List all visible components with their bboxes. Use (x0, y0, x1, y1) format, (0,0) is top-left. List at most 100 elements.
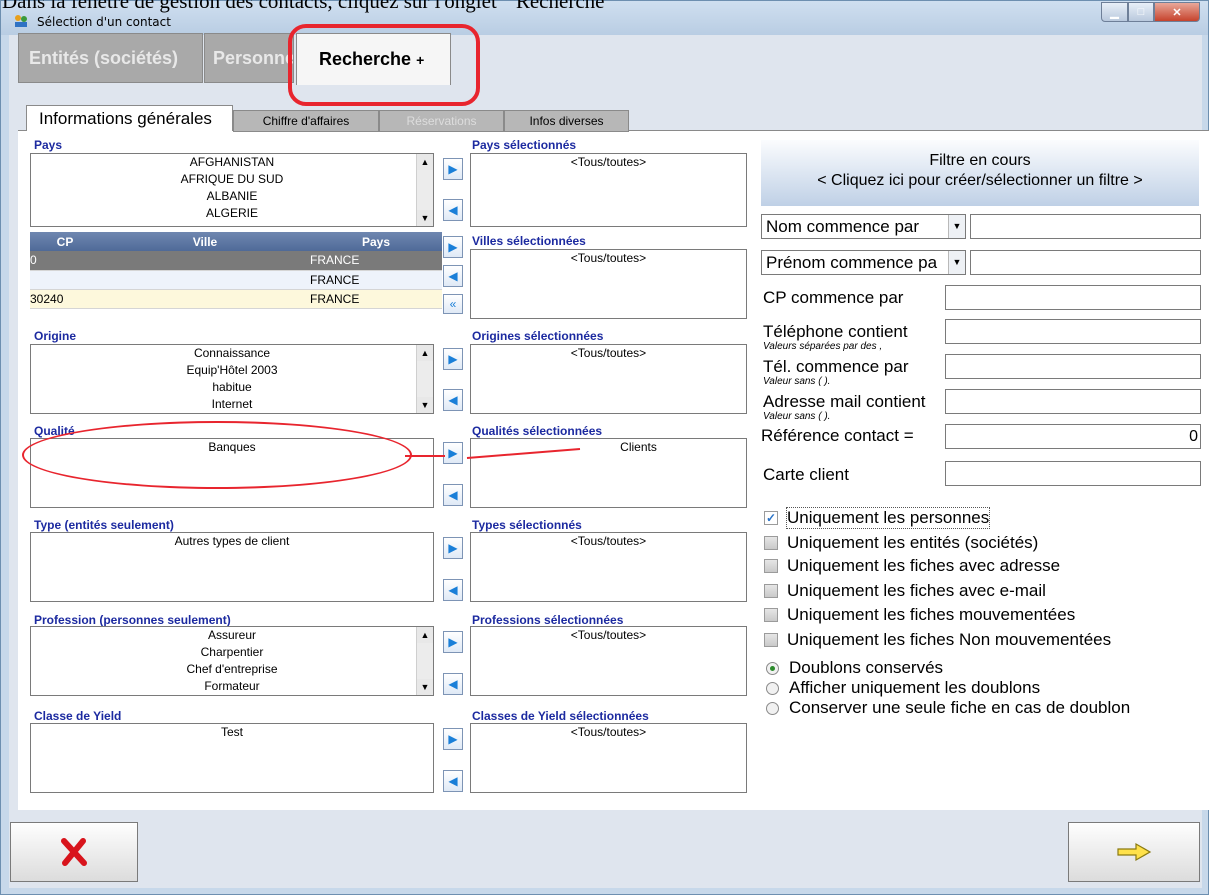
cp-input[interactable] (945, 285, 1201, 310)
remove-ville-button[interactable]: ◀ (443, 265, 463, 287)
remove-type-button[interactable]: ◀ (443, 579, 463, 601)
scroll-up-icon[interactable]: ▲ (417, 345, 433, 361)
list-item[interactable]: Autres types de client (31, 533, 433, 550)
scroll-up-icon[interactable]: ▲ (417, 627, 433, 643)
cancel-button[interactable] (10, 822, 138, 882)
checkbox-icon[interactable] (764, 584, 778, 598)
scrollbar[interactable]: ▲ ▼ (416, 345, 433, 413)
type-selected-list[interactable]: <Tous/toutes> (470, 532, 747, 602)
validate-button[interactable] (1068, 822, 1200, 882)
list-item[interactable]: Equip'Hôtel 2003 (31, 362, 433, 379)
tab-personnes[interactable]: Personnes (204, 33, 294, 83)
nom-input[interactable] (970, 214, 1201, 239)
list-item[interactable]: AFRIQUE DU SUD (31, 171, 433, 188)
grid-header-pays[interactable]: Pays (310, 232, 442, 251)
add-profession-button[interactable]: ▶ (443, 631, 463, 653)
radio-afficher-doublons[interactable]: Afficher uniquement les doublons (766, 678, 1040, 698)
type-list[interactable]: Autres types de client (30, 532, 434, 602)
check-fiches-non-mouvementees[interactable]: Uniquement les fiches Non mouvementées (764, 630, 1111, 650)
list-item[interactable]: habitue (31, 379, 433, 396)
list-item[interactable]: ALBANIE (31, 188, 433, 205)
radio-seule-fiche[interactable]: Conserver une seule fiche en cas de doub… (766, 698, 1130, 718)
table-row[interactable]: FRANCE (30, 270, 442, 290)
scrollbar[interactable]: ▲ ▼ (416, 154, 433, 226)
check-uniquement-personnes[interactable]: ✓ Uniquement les personnes (764, 507, 991, 529)
ref-input[interactable]: 0 (945, 424, 1201, 449)
remove-qualite-button[interactable]: ◀ (443, 484, 463, 506)
origine-selected-list[interactable]: <Tous/toutes> (470, 344, 747, 414)
scroll-down-icon[interactable]: ▼ (417, 397, 433, 413)
tab-infos-diverses[interactable]: Infos diverses (504, 110, 629, 132)
list-item[interactable]: AFGHANISTAN (31, 154, 433, 171)
remove-pays-button[interactable]: ◀ (443, 199, 463, 221)
list-item[interactable]: ALGERIE (31, 205, 433, 222)
grid-header-cp[interactable]: CP (30, 232, 100, 251)
list-item[interactable]: <Tous/toutes> (471, 345, 746, 362)
filter-selector[interactable]: Filtre en cours < Cliquez ici pour créer… (761, 140, 1199, 206)
pays-selected-list[interactable]: <Tous/toutes> (470, 153, 747, 227)
remove-origine-button[interactable]: ◀ (443, 389, 463, 411)
check-fiches-email[interactable]: Uniquement les fiches avec e-mail (764, 581, 1046, 601)
list-item[interactable]: <Tous/toutes> (471, 154, 746, 171)
yield-selected-list[interactable]: <Tous/toutes> (470, 723, 747, 793)
table-row[interactable]: 30240 FRANCE (30, 289, 442, 309)
add-yield-button[interactable]: ▶ (443, 728, 463, 750)
list-item[interactable]: Chef d'entreprise (31, 661, 433, 678)
remove-yield-button[interactable]: ◀ (443, 770, 463, 792)
list-item[interactable]: Assureur (31, 627, 433, 644)
profession-selected-list[interactable]: <Tous/toutes> (470, 626, 747, 696)
checkbox-checked-icon[interactable]: ✓ (764, 511, 778, 525)
scrollbar[interactable]: ▲ ▼ (416, 627, 433, 695)
radio-doublons-conserves[interactable]: Doublons conservés (766, 658, 943, 678)
list-item[interactable]: Connaissance (31, 345, 433, 362)
maximize-button[interactable]: □ (1128, 2, 1154, 22)
pays-list[interactable]: AFGHANISTAN AFRIQUE DU SUD ALBANIE ALGER… (30, 153, 434, 227)
yield-list[interactable]: Test (30, 723, 434, 793)
remove-all-villes-button[interactable]: « (443, 294, 463, 314)
carte-input[interactable] (945, 461, 1201, 486)
prenom-mode-dropdown[interactable]: Prénom commence pa ▼ (761, 250, 966, 275)
tab-reservations[interactable]: Réservations (379, 110, 504, 132)
tab-entites[interactable]: Entités (sociétés) (18, 33, 203, 83)
villes-grid[interactable]: CP Ville Pays 0 FRANCE FRANCE 30240 FRANCE (30, 232, 442, 309)
list-item[interactable]: Internet (31, 396, 433, 413)
profession-list[interactable]: Assureur Charpentier Chef d'entreprise F… (30, 626, 434, 696)
check-uniquement-entites[interactable]: Uniquement les entités (sociétés) (764, 533, 1038, 553)
grid-header-ville[interactable]: Ville (100, 232, 310, 251)
list-item[interactable]: <Tous/toutes> (471, 533, 746, 550)
list-item[interactable]: <Tous/toutes> (471, 627, 746, 644)
tel-input[interactable] (945, 319, 1201, 344)
prenom-input[interactable] (970, 250, 1201, 275)
checkbox-icon[interactable] (764, 559, 778, 573)
scroll-up-icon[interactable]: ▲ (417, 154, 433, 170)
list-item[interactable]: Test (31, 724, 433, 741)
tab-informations-generales[interactable]: Informations générales (26, 105, 233, 131)
scroll-down-icon[interactable]: ▼ (417, 679, 433, 695)
checkbox-icon[interactable] (764, 608, 778, 622)
tab-chiffre-affaires[interactable]: Chiffre d'affaires (233, 110, 379, 132)
mail-input[interactable] (945, 389, 1201, 414)
add-type-button[interactable]: ▶ (443, 537, 463, 559)
list-item[interactable]: Charpentier (31, 644, 433, 661)
nom-mode-dropdown[interactable]: Nom commence par ▼ (761, 214, 966, 239)
table-row[interactable]: 0 FRANCE (30, 251, 442, 271)
list-item[interactable]: <Tous/toutes> (471, 724, 746, 741)
chevron-down-icon[interactable]: ▼ (948, 215, 965, 238)
chevron-down-icon[interactable]: ▼ (948, 251, 965, 274)
radio-icon[interactable] (766, 701, 779, 715)
add-origine-button[interactable]: ▶ (443, 348, 463, 370)
checkbox-icon[interactable] (764, 633, 778, 647)
add-pays-button[interactable]: ▶ (443, 158, 463, 180)
radio-icon[interactable] (766, 681, 779, 695)
radio-selected-icon[interactable] (766, 661, 779, 675)
villes-selected-list[interactable]: <Tous/toutes> (470, 249, 747, 319)
scroll-down-icon[interactable]: ▼ (417, 210, 433, 226)
add-ville-button[interactable]: ▶ (443, 236, 463, 258)
remove-profession-button[interactable]: ◀ (443, 673, 463, 695)
check-fiches-mouvementees[interactable]: Uniquement les fiches mouvementées (764, 605, 1075, 625)
check-fiches-adresse[interactable]: Uniquement les fiches avec adresse (764, 556, 1060, 576)
checkbox-icon[interactable] (764, 536, 778, 550)
close-window-button[interactable]: ✕ (1154, 2, 1200, 22)
list-item[interactable]: Formateur (31, 678, 433, 695)
minimize-button[interactable]: ▁ (1101, 2, 1128, 22)
